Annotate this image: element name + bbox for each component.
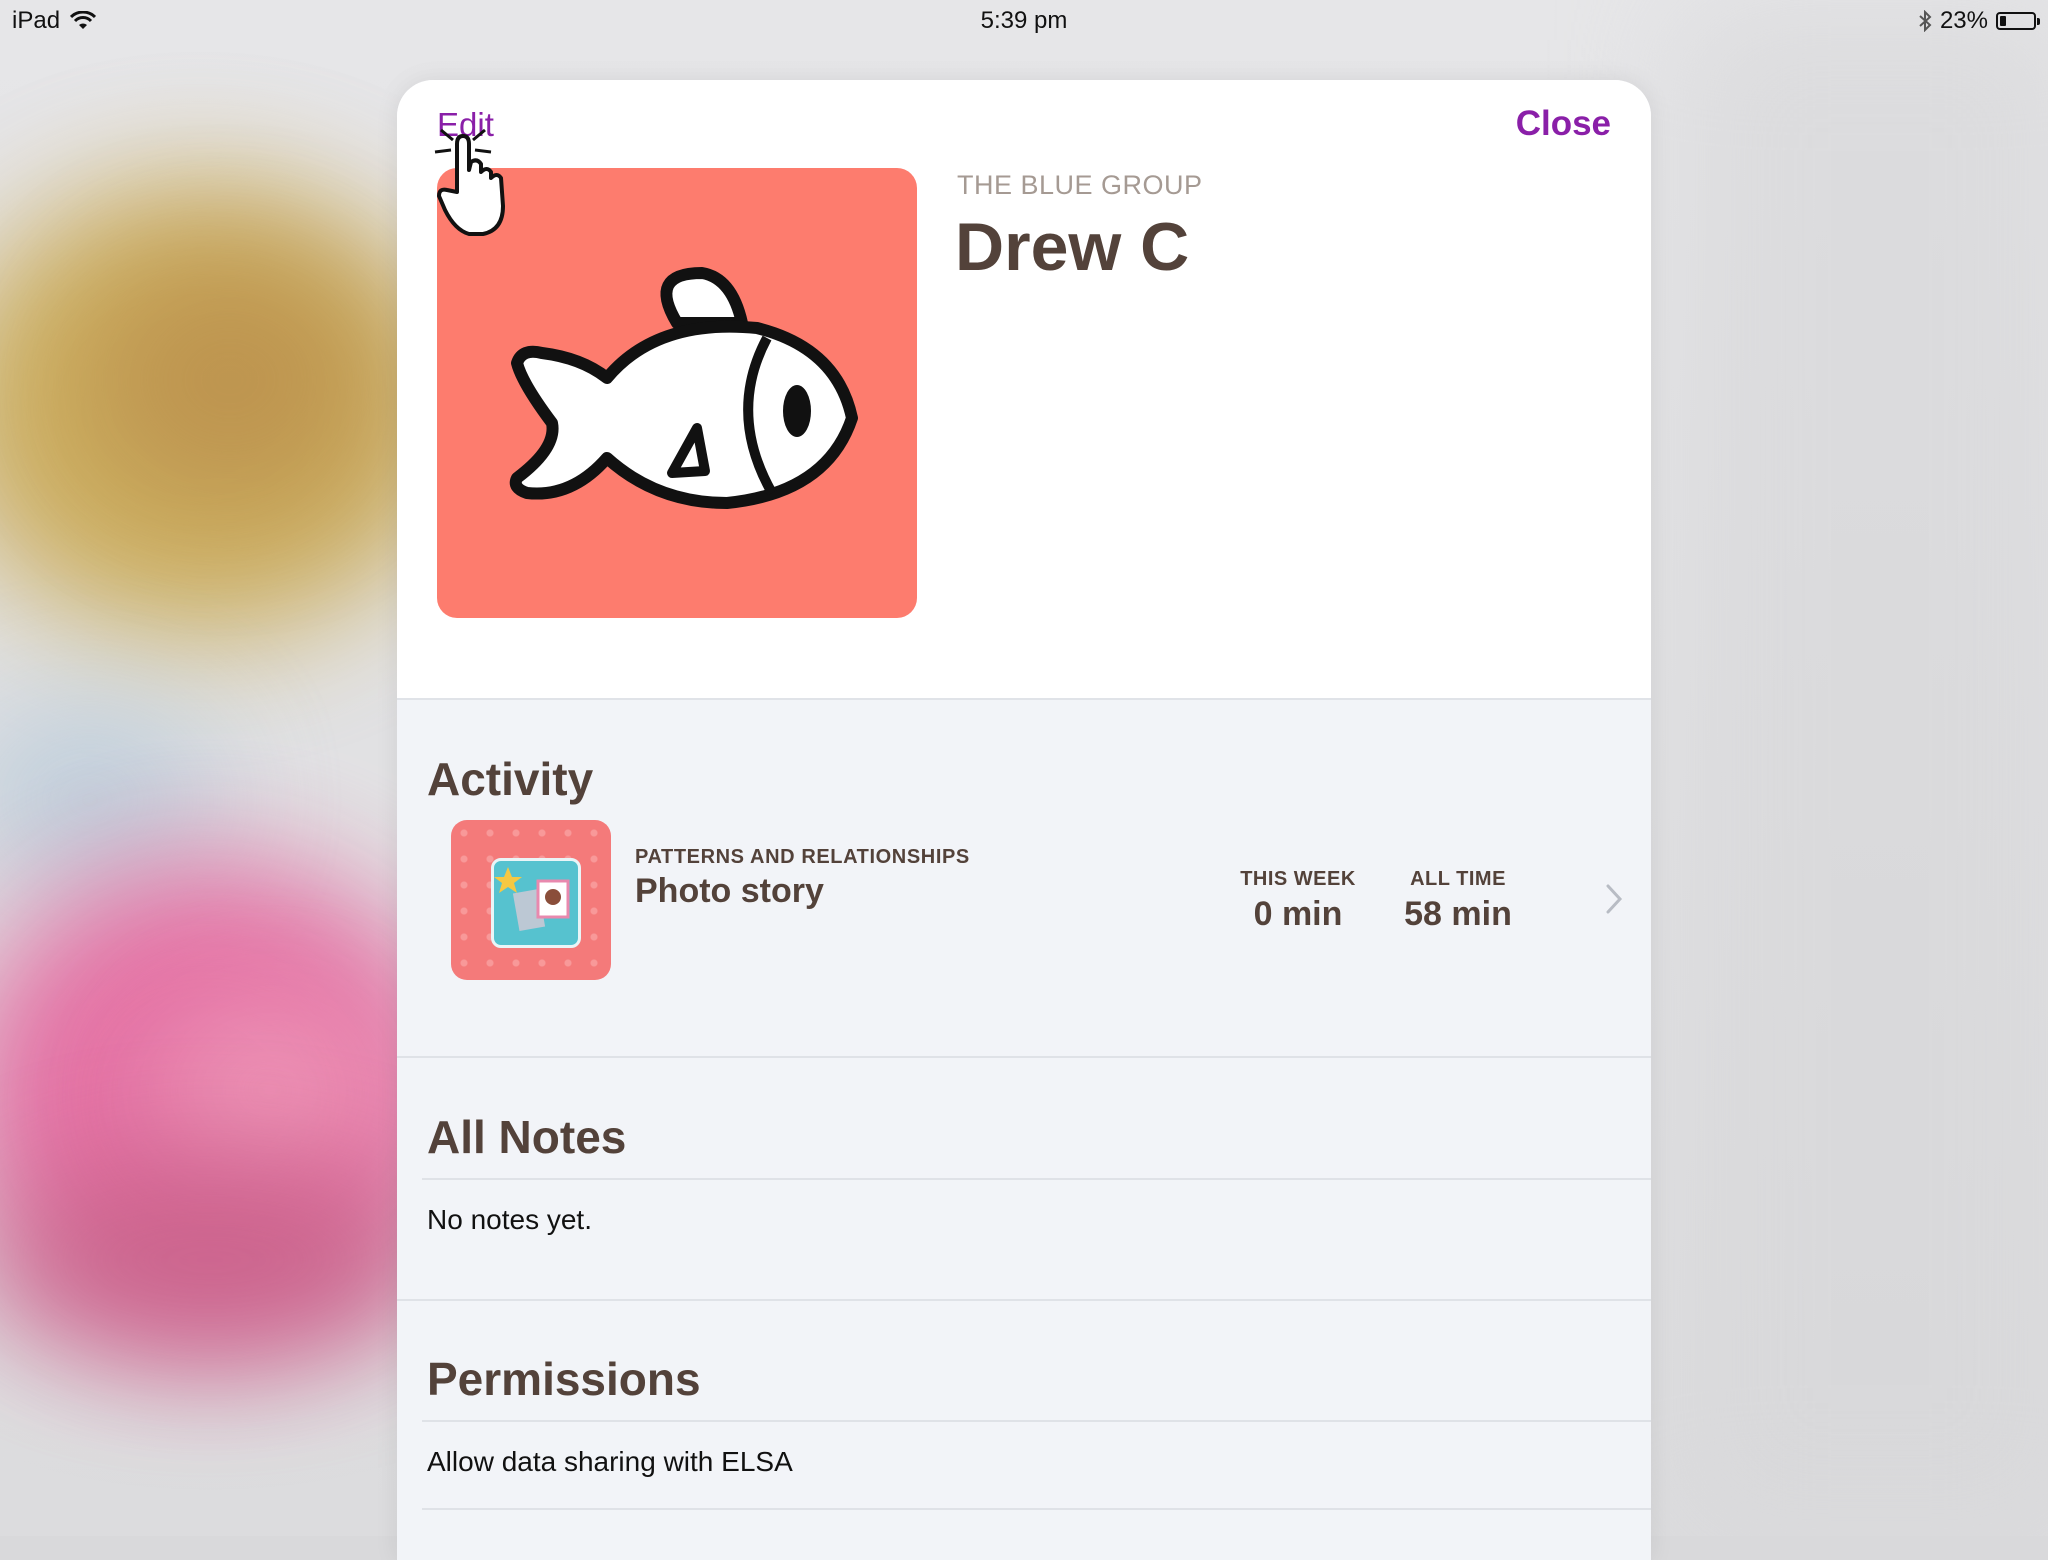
tap-hand-icon: [434, 128, 505, 236]
activity-heading: Activity: [427, 753, 594, 805]
stat-all-time-value: 58 min: [1404, 895, 1512, 933]
activity-thumbnail: [451, 820, 611, 980]
battery-icon: [1996, 12, 2040, 30]
stat-all-time: ALL TIME 58 min: [1383, 868, 1533, 934]
section-divider: [397, 1299, 1651, 1301]
activity-name: Photo story: [635, 872, 824, 910]
stat-all-time-label: ALL TIME: [1410, 868, 1506, 890]
bluetooth-icon: [1919, 10, 1932, 32]
student-name: Drew C: [955, 209, 1190, 285]
close-button[interactable]: Close: [1516, 104, 1611, 144]
stat-this-week: THIS WEEK 0 min: [1223, 868, 1373, 934]
activity-subject: PATTERNS AND RELATIONSHIPS: [635, 846, 970, 868]
clock: 5:39 pm: [980, 7, 1068, 34]
group-label: THE BLUE GROUP: [957, 170, 1203, 200]
stat-this-week-label: THIS WEEK: [1240, 868, 1356, 890]
battery-percent: 23%: [1939, 7, 1988, 34]
stat-this-week-value: 0 min: [1253, 895, 1343, 933]
permissions-divider: [422, 1420, 1651, 1422]
chevron-right-icon[interactable]: [1604, 882, 1624, 916]
section-divider: [397, 1056, 1651, 1058]
notes-empty-text: No notes yet.: [427, 1204, 592, 1235]
permissions-heading: Permissions: [427, 1353, 701, 1405]
permission-data-sharing[interactable]: Allow data sharing with ELSA: [427, 1446, 793, 1478]
fish-icon: [509, 267, 858, 509]
activity-row[interactable]: PATTERNS AND RELATIONSHIPS Photo story T…: [397, 818, 1651, 988]
profile-header: Edit Close THE BLUE GROUP Drew C: [397, 80, 1651, 700]
student-profile-modal: Edit Close THE BLUE GROUP Drew C Activit…: [397, 80, 1651, 1560]
notes-divider: [422, 1178, 1651, 1180]
permissions-divider: [422, 1508, 1651, 1510]
status-bar: iPad 5:39 pm 23%: [0, 0, 2048, 40]
notes-heading: All Notes: [427, 1111, 627, 1163]
